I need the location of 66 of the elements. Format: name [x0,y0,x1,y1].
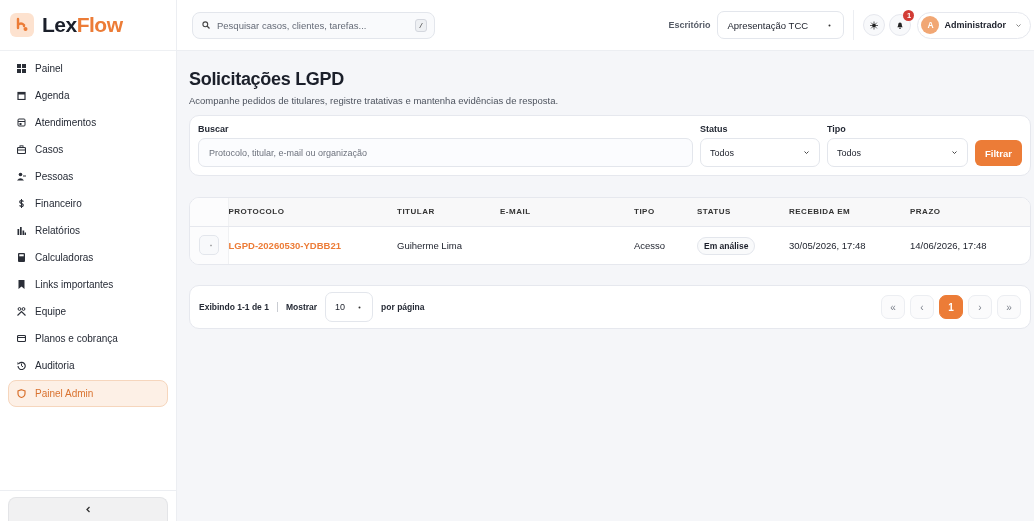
sidebar-item[interactable]: Planos e cobrança [8,326,168,350]
sidebar-item[interactable]: Painel [8,56,168,80]
sidebar-item[interactable]: Auditoria [8,353,168,377]
type-select[interactable]: Todos [827,138,968,167]
calendar-icon [17,117,26,127]
shortcut-key: / [414,18,427,32]
briefcase-icon [17,144,26,154]
page-title: Solicitações LGPD [189,69,345,90]
table-cell: 30/05/2026, 17:48 [789,239,866,251]
row-settings-button[interactable] [198,235,219,256]
field-label: Status [700,124,729,134]
status-badge: Em análise [697,236,756,255]
search-field[interactable]: Pesquisar casos, clientes, tarefas... / [192,11,435,39]
search-field[interactable]: Protocolo, titular, e-mail ou organização [198,138,693,167]
column-header: TITULAR [397,207,435,217]
results-summary: Exibindo 1-1 de 1 [199,302,269,312]
bell-icon [896,20,905,30]
avatar: A [921,16,940,34]
history-icon [17,360,26,370]
shield-icon [17,389,26,398]
calendar-icon [17,90,26,100]
chevron-down-icon [951,149,958,156]
sun-icon [870,20,879,30]
chevron-down-icon [803,149,810,156]
field-label: Tipo [827,124,847,134]
sidebar-item[interactable]: Pessoas [8,164,168,188]
theme-button[interactable] [863,14,886,36]
column-header: STATUS [697,207,731,217]
bookmark-icon [17,279,26,289]
card-icon [17,333,26,343]
bar-chart-icon [17,225,26,235]
sidebar-item[interactable]: Equipe [8,299,168,323]
dollar-icon [17,198,26,208]
sidebar-item[interactable]: Financeiro [8,191,168,215]
logo-icon [10,13,34,37]
search-icon [202,21,210,29]
office-label: Escritório [668,20,711,30]
table-cell: Guiherme Lima [397,239,462,251]
calculator-icon [17,252,26,262]
grid-icon [17,63,26,73]
per-page-label: por página [381,302,425,312]
page-subtitle: Acompanhe pedidos de titulares, registre tratativas e mantenha evidências de resposta. [189,95,560,106]
sidebar-item[interactable]: Agenda [8,83,168,107]
sidebar-item[interactable]: Calculadoras [8,245,168,269]
column-header: PRAZO [910,207,941,217]
field-label: Buscar [198,124,230,134]
sidebar-item[interactable]: Casos [8,137,168,161]
people-icon [17,171,26,181]
column-header: TIPO [634,207,655,217]
column-header: E-MAIL [500,207,531,217]
chevron-left-icon [83,505,93,514]
sidebar-item[interactable]: Atendimentos [8,110,168,134]
sidebar-item[interactable]: Relatórios [8,218,168,242]
table-cell: Acesso [634,239,666,251]
status-select[interactable]: Todos [700,138,820,167]
sidebar-item[interactable]: Links importantes [8,272,168,296]
column-header: RECEBIDA EM [789,207,851,217]
chevron-down-icon [1015,21,1022,29]
page-size-select[interactable]: 10 [325,292,374,322]
show-label: Mostrar [285,302,318,312]
logo-wordmark: LexFlow [42,13,123,37]
collapse-button[interactable] [8,497,168,521]
table-cell: 14/06/2026, 17:48 [910,239,987,251]
office-select[interactable]: Apresentação TCC [717,11,845,39]
column-header: PROTOCOLO [228,207,285,217]
team-icon [17,306,26,316]
